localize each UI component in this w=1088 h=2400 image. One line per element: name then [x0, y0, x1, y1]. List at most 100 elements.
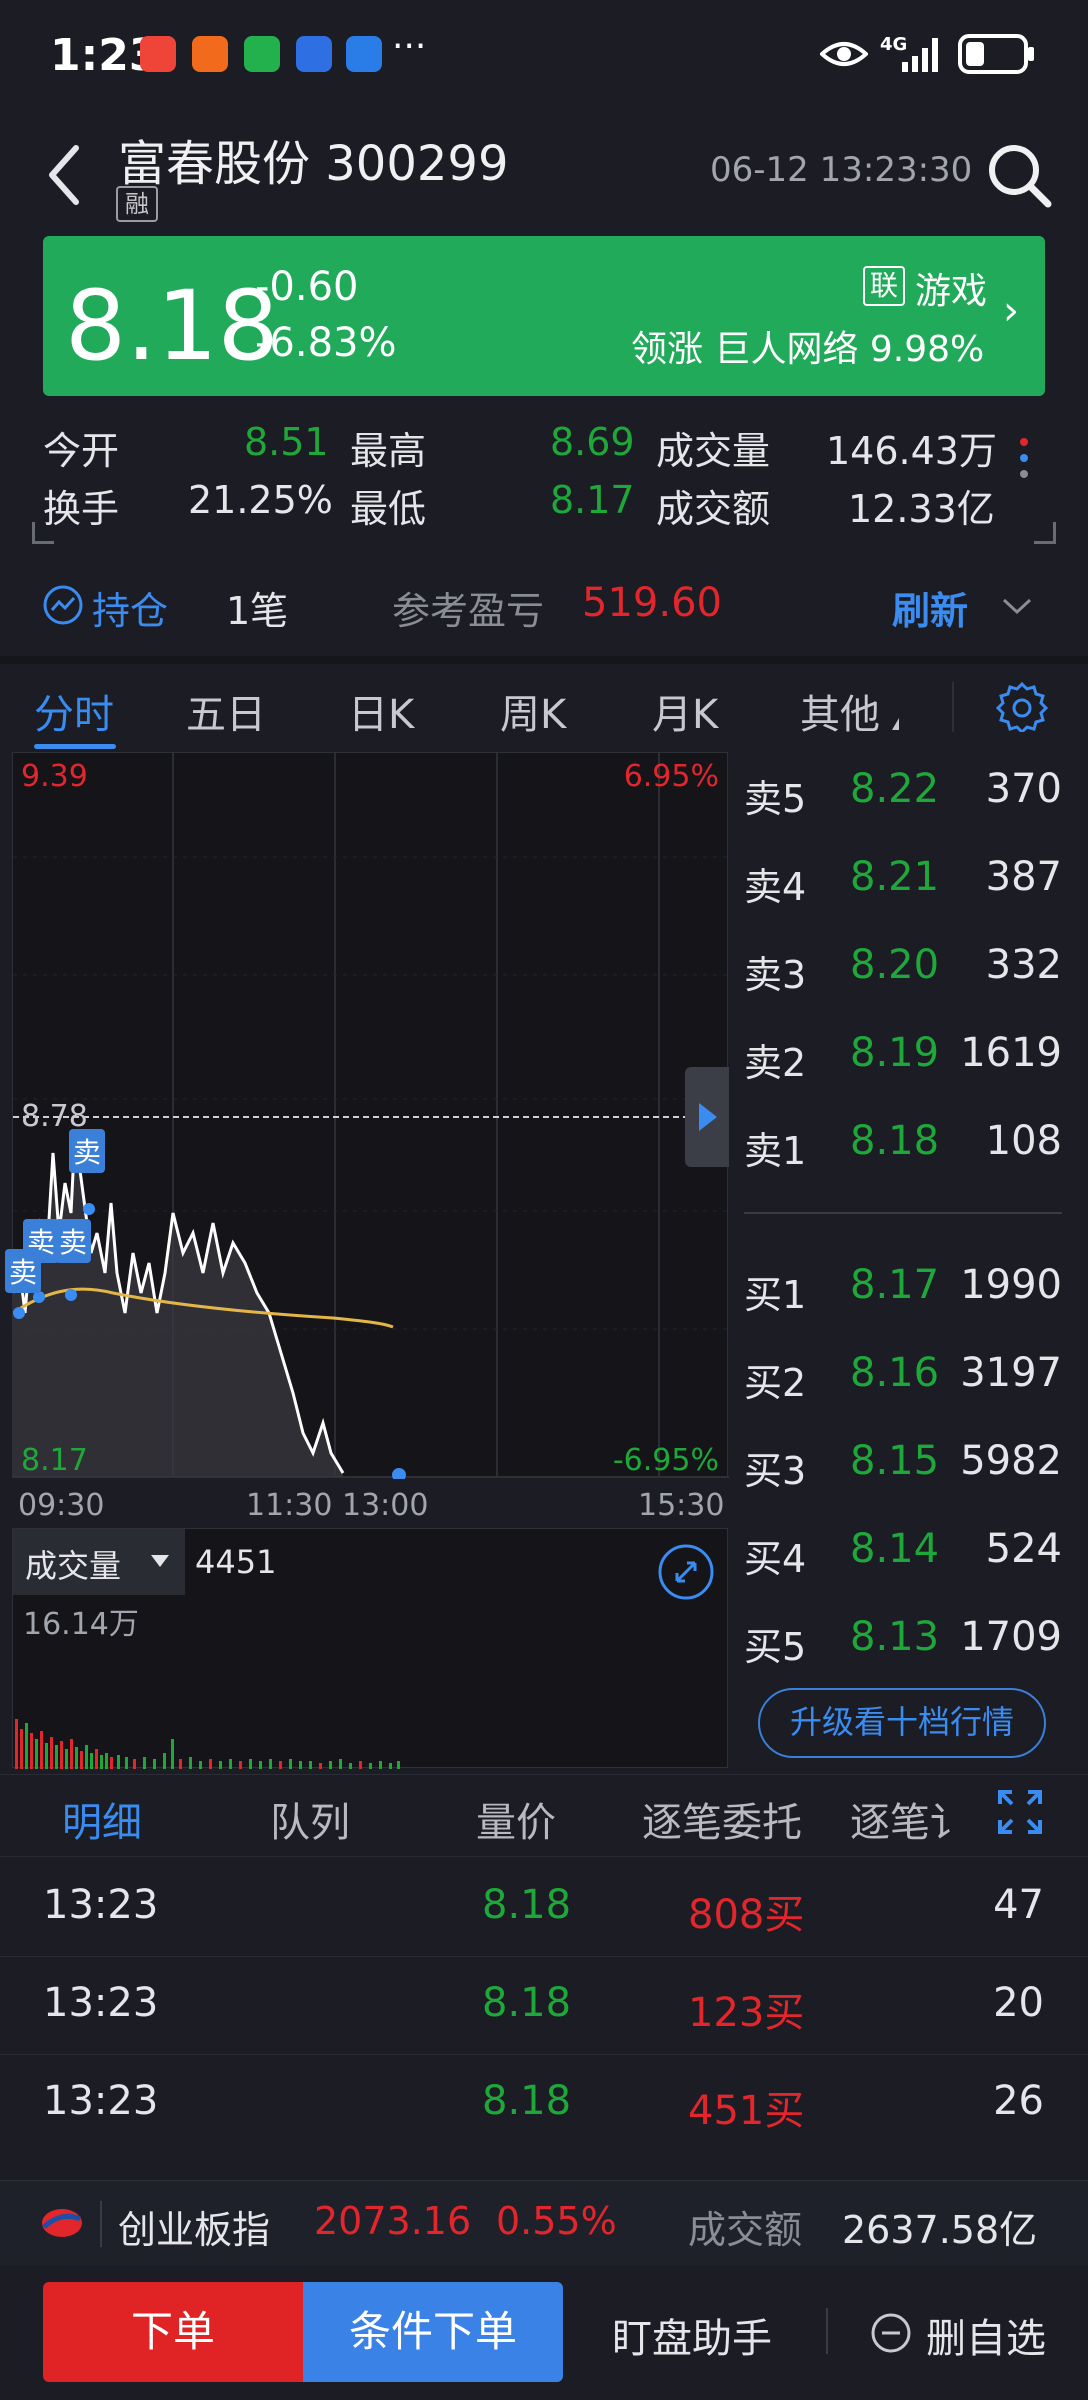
sector-name: 游戏	[915, 271, 988, 312]
volume-selector[interactable]: 成交量	[13, 1529, 185, 1595]
place-order-button[interactable]: 下单	[43, 2282, 303, 2382]
y-axis-top-pct: 6.95%	[623, 759, 719, 794]
tab-separator	[952, 682, 954, 732]
wechat-icon	[244, 36, 280, 72]
eye-icon	[820, 42, 868, 66]
index-value: 2073.16	[314, 2199, 472, 2243]
tab-daily-k[interactable]: 日K	[348, 682, 414, 740]
x-axis-close: 15:30	[638, 1488, 725, 1523]
high-value: 8.69	[550, 420, 635, 464]
tab-other[interactable]: 其他	[800, 682, 880, 740]
chart-expand-handle[interactable]	[685, 1067, 729, 1167]
app-icon-1	[140, 36, 176, 72]
price-change-pct: -6.83%	[255, 320, 397, 366]
open-label: 今开	[43, 429, 120, 473]
tab-weekly-k[interactable]: 周K	[500, 682, 566, 740]
turnover-value: 21.25%	[188, 478, 333, 522]
divider	[0, 1856, 1088, 1857]
expand-fullscreen-icon[interactable]	[996, 1788, 1044, 1836]
index-name: 创业板指	[118, 2208, 271, 2252]
trade-volume: 47	[993, 1882, 1044, 1928]
y-axis-bottom-price: 8.17	[21, 1443, 88, 1478]
expand-corner-right	[1034, 522, 1056, 544]
ask-5-label: 卖5	[744, 777, 807, 821]
tab-other-caret-icon	[892, 718, 899, 730]
amount-label: 成交额	[656, 487, 771, 531]
bid-3-label: 买3	[744, 1449, 807, 1493]
conditional-order-button[interactable]: 条件下单	[303, 2282, 563, 2382]
holding-label[interactable]: 持仓	[92, 580, 168, 635]
search-icon[interactable]	[984, 140, 1054, 210]
tab-monthly-k[interactable]: 月K	[652, 682, 718, 740]
price-banner[interactable]: 8.18 -0.60 -6.83% 联 游戏 领涨 巨人网络 9.98% ›	[43, 236, 1045, 396]
ask-3-volume: 332	[985, 942, 1062, 988]
row-divider	[0, 2054, 1088, 2055]
trade-price: 8.18	[482, 2078, 572, 2124]
tab-order-by-order[interactable]: 逐笔委托	[642, 1790, 802, 1848]
turnover-label: 换手	[43, 487, 120, 531]
divider	[0, 1774, 1088, 1775]
upgrade-level2-button[interactable]: 升级看十档行情	[758, 1688, 1046, 1758]
volume-current: 4451	[195, 1543, 277, 1581]
low-label: 最低	[350, 487, 427, 531]
pnl-label: 参考盈亏	[392, 589, 545, 633]
chevron-down-icon[interactable]	[1000, 594, 1034, 618]
trade-price: 8.18	[482, 1882, 572, 1928]
remove-watchlist-button[interactable]: 删自选	[926, 2306, 1046, 2364]
fullscreen-icon[interactable]	[657, 1543, 715, 1601]
intraday-chart[interactable]: 9.39 6.95% 8.78 8.17 -6.95% 卖 卖 卖 卖	[5, 752, 729, 1479]
ask-4-volume: 387	[985, 854, 1062, 900]
dropdown-caret-icon	[151, 1555, 169, 1567]
remove-circle-icon[interactable]	[870, 2312, 912, 2354]
bid-2-volume: 3197	[960, 1350, 1062, 1396]
trade-order: 123买	[688, 1990, 805, 2036]
ask-3-label: 卖3	[744, 953, 807, 997]
battery-icon	[958, 34, 1034, 74]
divider	[0, 656, 1088, 664]
bid-3-volume: 5982	[960, 1438, 1062, 1484]
more-dots-icon[interactable]	[1020, 438, 1030, 498]
back-button[interactable]	[40, 140, 90, 210]
tab-detail[interactable]: 明细	[62, 1790, 142, 1848]
last-price: 8.18	[65, 270, 279, 382]
margin-badge: 融	[116, 186, 158, 222]
chevron-right-icon: ›	[1003, 288, 1019, 334]
index-ticker[interactable]: 创业板指 2073.16 0.55% 成交额 2637.58亿	[0, 2180, 1088, 2266]
sector-leader: 领涨 巨人网络 9.98%	[631, 329, 985, 370]
trade-volume: 20	[993, 1980, 1044, 2026]
sell-marker[interactable]: 卖	[5, 1249, 42, 1293]
status-bar: 1:23 ··· 4G	[0, 0, 1088, 110]
open-value: 8.51	[244, 420, 329, 464]
play-arrow-icon	[699, 1103, 717, 1131]
quote-datetime: 06-12 13:23:30	[710, 150, 973, 190]
refresh-button[interactable]: 刷新	[892, 580, 968, 635]
expand-corner-left	[32, 522, 54, 544]
amount-value: 12.33亿	[848, 487, 995, 531]
price-change: -0.60	[255, 264, 359, 310]
tab-queue[interactable]: 队列	[270, 1790, 350, 1848]
bid-2-label: 买2	[744, 1361, 807, 1405]
stock-title: 富春股份 300299	[118, 136, 509, 192]
bid-4-volume: 524	[985, 1526, 1062, 1572]
bid-5-volume: 1709	[960, 1614, 1062, 1660]
tab-trade-by-trade[interactable]: 逐笔讠	[850, 1790, 958, 1848]
tab-intraday[interactable]: 分时	[34, 682, 114, 740]
sell-marker[interactable]: 卖	[69, 1129, 106, 1173]
x-axis-open: 09:30	[18, 1488, 105, 1523]
trade-time: 13:23	[43, 1882, 159, 1928]
app-icon-4	[346, 36, 382, 72]
high-label: 最高	[350, 429, 427, 473]
tab-5day[interactable]: 五日	[186, 682, 266, 740]
tab-volume-price[interactable]: 量价	[476, 1790, 556, 1848]
sell-marker[interactable]: 卖	[55, 1219, 92, 1263]
trade-order: 451买	[688, 2088, 805, 2134]
bid-1-label: 买1	[744, 1273, 807, 1317]
volume-chart[interactable]: 成交量 4451 16.14万	[12, 1528, 728, 1769]
watch-assistant-button[interactable]: 盯盘助手	[612, 2306, 772, 2364]
settings-gear-icon[interactable]	[996, 680, 1048, 732]
volume-label: 成交量	[656, 429, 771, 473]
app-icon-3	[296, 36, 332, 72]
tab-underline	[34, 744, 116, 749]
bid-4-label: 买4	[744, 1537, 807, 1581]
intraday-chart-svg	[13, 753, 729, 1479]
